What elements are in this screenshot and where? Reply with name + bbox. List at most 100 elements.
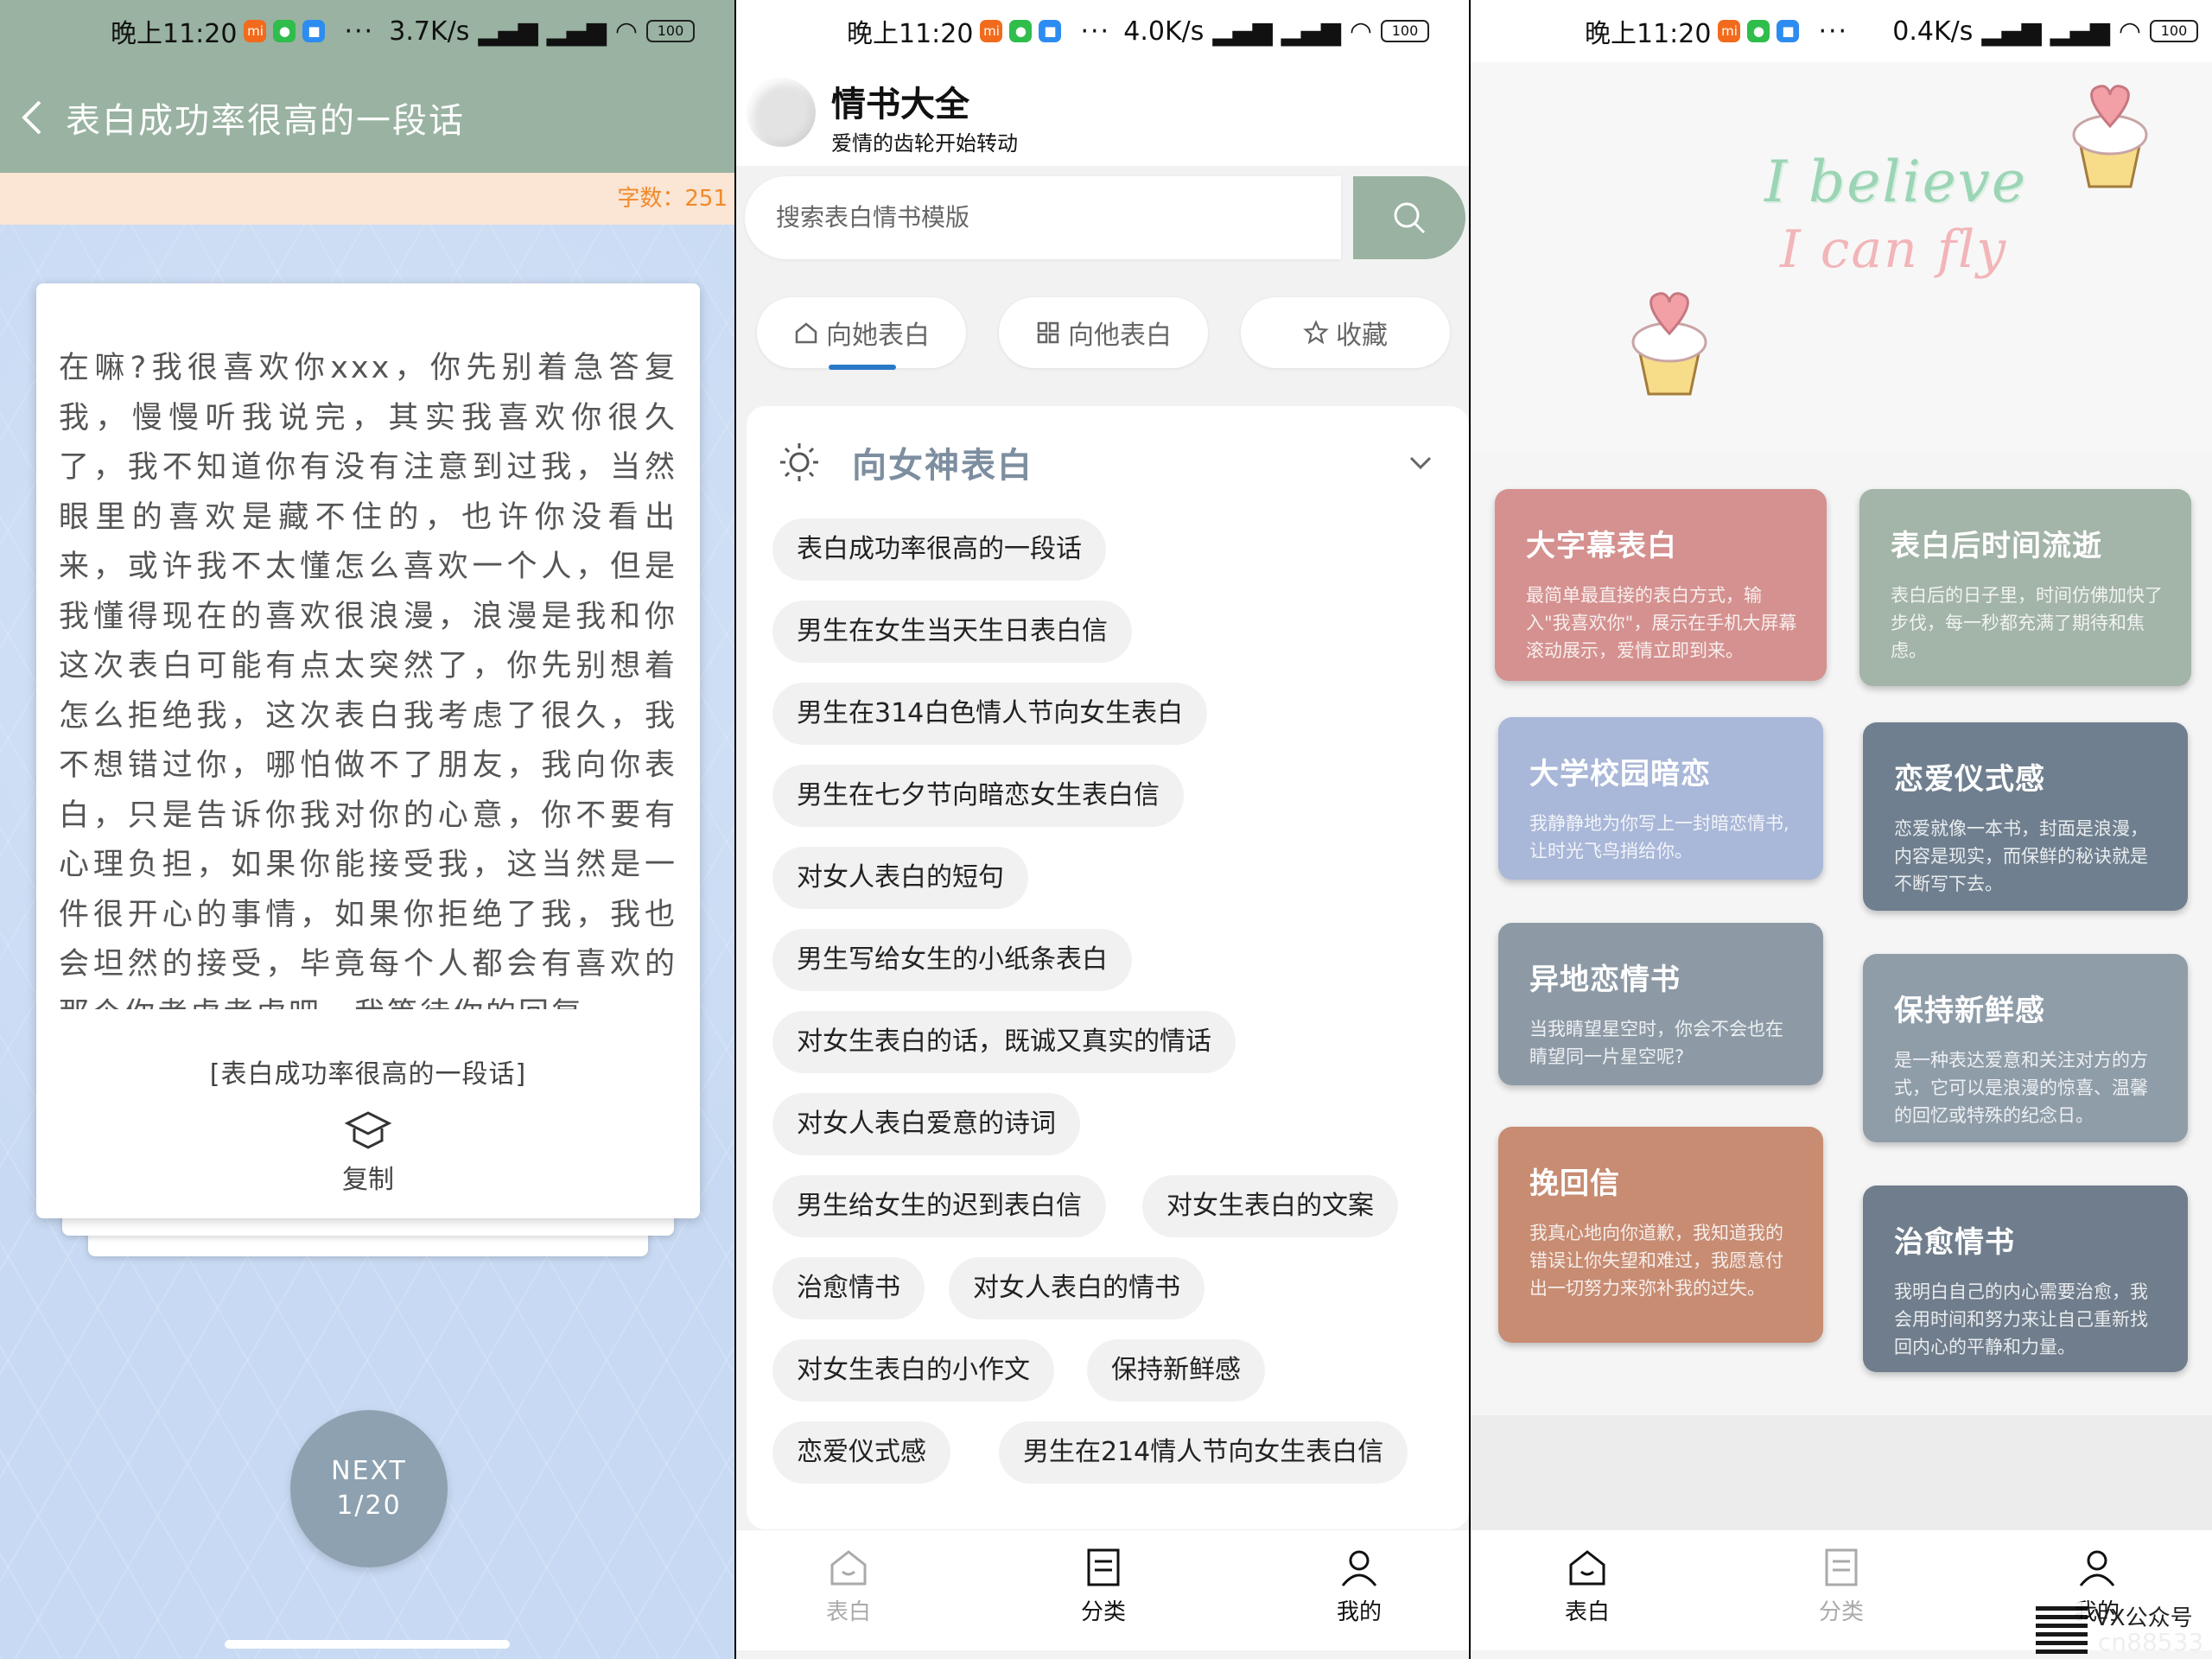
search-input[interactable]: 搜索表白情书模版 xyxy=(745,176,1341,259)
chip-item[interactable]: 表白成功率很高的一段话 xyxy=(772,518,1106,581)
chip-item[interactable]: 恋爱仪式感 xyxy=(772,1421,950,1484)
next-button[interactable]: NEXT 1/20 xyxy=(290,1410,448,1567)
chip-item[interactable]: 对女生表白的小作文 xyxy=(772,1339,1054,1402)
network-speed: 0.4K/s xyxy=(1892,16,1974,47)
feature-card[interactable]: 挽回信 我真心地向你道歉，我知道我的错误让你失望和难过，我愿意付出一切努力来弥补… xyxy=(1498,1127,1823,1343)
message-app-icon: ■ xyxy=(302,20,326,42)
nav-category[interactable]: 分类 xyxy=(1794,1546,1889,1641)
feature-grid: 大字幕表白 最简单最直接的表白方式，输入"我喜欢你"，展示在手机大屏幕滚动展示，… xyxy=(1471,453,2212,1415)
chip-item[interactable]: 对女人表白的情书 xyxy=(949,1257,1205,1319)
battery-icon: 100 xyxy=(2150,20,2198,42)
feature-desc: 是一种表达爱意和关注对方的方式，它可以是浪漫的惊喜、温馨的回忆或特殊的纪念日。 xyxy=(1894,1050,2148,1126)
chip-item[interactable]: 对女生表白的文案 xyxy=(1142,1175,1398,1237)
category-title: 向女神表白 xyxy=(852,446,1033,486)
category-header[interactable]: 向女神表白 xyxy=(747,406,1469,518)
nav-home[interactable]: 表白 xyxy=(1540,1546,1635,1641)
app-subtitle: 爱情的齿轮开始转动 xyxy=(831,131,1018,156)
feature-title: 大学校园暗恋 xyxy=(1529,757,1711,791)
back-arrow-icon[interactable] xyxy=(7,92,59,143)
battery-icon: 100 xyxy=(1381,20,1429,42)
nav-label: 分类 xyxy=(1080,1599,1126,1625)
feature-card[interactable]: 治愈情书 我明白自己的内心需要治愈，我会用时间和努力来让自己重新找回内心的平静和… xyxy=(1863,1185,2188,1372)
chip-item[interactable]: 男生在七夕节向暗恋女生表白信 xyxy=(772,765,1184,827)
user-icon xyxy=(2079,1550,2115,1586)
wechat-icon: ● xyxy=(273,20,296,42)
status-time: 晚上11:20 xyxy=(111,19,238,49)
feature-card[interactable]: 大学校园暗恋 我静静地为你写上一封暗恋情书,让时光飞鸟捎给你。 xyxy=(1498,717,1823,880)
mi-app-icon: mi xyxy=(980,20,1003,42)
next-label: NEXT xyxy=(331,1456,407,1486)
network-speed: 4.0K/s xyxy=(1123,16,1205,47)
nav-label: 我的 xyxy=(1336,1599,1382,1625)
nav-profile[interactable]: 我的 xyxy=(1312,1546,1407,1641)
search-icon xyxy=(1394,202,1426,234)
status-bar: 晚上11:20 mi ● ■ ··· 0.4K/s ▂▄▆ ▂▄▆ ◠ 100 xyxy=(1471,0,2212,62)
wifi-icon: ◠ xyxy=(614,16,638,47)
tab-favorites[interactable]: 收藏 xyxy=(1241,297,1450,368)
letter-detail-screen: 晚上11:20 mi ● ■ ··· 3.7K/s ▂▄▆ ▂▄▆ ◠ 100 … xyxy=(0,0,734,1659)
home-indicator[interactable] xyxy=(1699,1640,1984,1649)
chip-item[interactable]: 治愈情书 xyxy=(772,1257,925,1319)
nav-category[interactable]: 分类 xyxy=(1056,1546,1151,1641)
chip-item[interactable]: 男生写给女生的小纸条表白 xyxy=(772,929,1132,991)
copy-button[interactable]: 复制 xyxy=(36,1158,700,1196)
mi-app-icon: mi xyxy=(244,20,267,42)
chip-item[interactable]: 对女生表白的话，既诚又真实的情话 xyxy=(772,1011,1236,1073)
detail-title: 表白成功率很高的一段话 xyxy=(66,101,465,141)
watermark-id: cn88533 xyxy=(2098,1628,2204,1656)
chip-item[interactable]: 男生在女生当天生日表白信 xyxy=(772,601,1132,663)
letter-reference: [表白成功率很高的一段话] xyxy=(209,1059,527,1090)
tab-indicator xyxy=(829,365,896,370)
feature-desc: 恋爱就像一本书，封面是浪漫，内容是现实，而保鲜的秘诀就是不断写下去。 xyxy=(1894,818,2148,894)
status-bar: 晚上11:20 mi ● ■ ··· 3.7K/s ▂▄▆ ▂▄▆ ◠ 100 xyxy=(0,0,734,62)
home-indicator[interactable] xyxy=(225,1640,510,1649)
chevron-down-icon xyxy=(1409,456,1432,470)
bottom-nav: 表白 分类 我的 xyxy=(736,1529,1469,1650)
feature-title: 表白后时间流逝 xyxy=(1891,529,2102,563)
app-title: 情书大全 xyxy=(831,85,969,124)
avatar[interactable] xyxy=(747,78,816,147)
message-app-icon: ■ xyxy=(1039,20,1062,42)
search-placeholder: 搜索表白情书模版 xyxy=(776,203,970,232)
home-indicator[interactable] xyxy=(960,1640,1245,1649)
feature-card[interactable]: 保持新鲜感 是一种表达爱意和关注对方的方式，它可以是浪漫的惊喜、温馨的回忆或特殊… xyxy=(1863,954,2188,1142)
chip-item[interactable]: 对女人表白爱意的诗词 xyxy=(772,1093,1080,1155)
hero-line-1: I believe xyxy=(1764,149,2027,215)
grid-icon xyxy=(1037,321,1059,344)
chip-item[interactable]: 男生给女生的迟到表白信 xyxy=(772,1175,1106,1237)
wechat-icon: ● xyxy=(1747,20,1770,42)
feature-card[interactable]: 异地恋情书 当我睛望星空时，你会不会也在睛望同一片星空呢? xyxy=(1498,923,1823,1085)
qr-code-icon xyxy=(2036,1602,2088,1654)
feature-card[interactable]: 大字幕表白 最简单最直接的表白方式，输入"我喜欢你"，展示在手机大屏幕滚动展示，… xyxy=(1495,489,1827,681)
signal-icon: ▂▄▆ xyxy=(478,16,538,47)
search-button[interactable] xyxy=(1353,176,1465,259)
category-card: 向女神表白 表白成功率很高的一段话 男生在女生当天生日表白信 男生在314白色情… xyxy=(747,406,1469,1529)
page-indicator: 1/20 xyxy=(336,1491,402,1521)
nav-label: 分类 xyxy=(1818,1599,1864,1625)
feature-card[interactable]: 恋爱仪式感 恋爱就像一本书，封面是浪漫，内容是现实，而保鲜的秘诀就是不断写下去。 xyxy=(1863,722,2188,911)
chip-item[interactable]: 对女人表白的短句 xyxy=(772,847,1028,909)
feature-title: 异地恋情书 xyxy=(1529,963,1681,997)
chip-item[interactable]: 保持新鲜感 xyxy=(1087,1339,1265,1402)
features-screen: 晚上11:20 mi ● ■ ··· 0.4K/s ▂▄▆ ▂▄▆ ◠ 100 … xyxy=(1471,0,2212,1659)
letter-body: 在嘛?我很喜欢你xxx，你先别着急答复我，慢慢听我说完，其实我喜欢你很久了，我不… xyxy=(59,351,677,1009)
battery-icon: 100 xyxy=(646,20,695,42)
detail-header: 表白成功率很高的一段话 xyxy=(0,62,734,173)
tab-to-her[interactable]: 向她表白 xyxy=(757,297,966,368)
tab-to-him[interactable]: 向他表白 xyxy=(999,297,1208,368)
chip-item[interactable]: 男生在314白色情人节向女生表白 xyxy=(772,683,1208,745)
status-time: 晚上11:20 xyxy=(1585,19,1712,49)
feature-title: 大字幕表白 xyxy=(1526,529,1677,563)
nav-home[interactable]: 表白 xyxy=(801,1546,896,1641)
home-icon xyxy=(795,322,817,344)
letter-card: 在嘛?我很喜欢你xxx，你先别着急答复我，慢慢听我说完，其实我喜欢你很久了，我不… xyxy=(36,283,700,1218)
tab-bar: 向她表白 向他表白 收藏 xyxy=(736,297,1469,372)
more-notifications-icon: ··· xyxy=(344,16,375,47)
more-notifications-icon: ··· xyxy=(1818,16,1849,47)
document-icon xyxy=(1825,1548,1858,1586)
chip-item[interactable]: 男生在214情人节向女生表白信 xyxy=(999,1421,1408,1484)
user-icon xyxy=(1341,1550,1377,1586)
wechat-icon: ● xyxy=(1009,20,1033,42)
copy-icon[interactable] xyxy=(342,1104,394,1156)
feature-card[interactable]: 表白后时间流逝 表白后的日子里，时间仿佛加快了步伐，每一秒都充满了期待和焦虑。 xyxy=(1859,489,2191,686)
